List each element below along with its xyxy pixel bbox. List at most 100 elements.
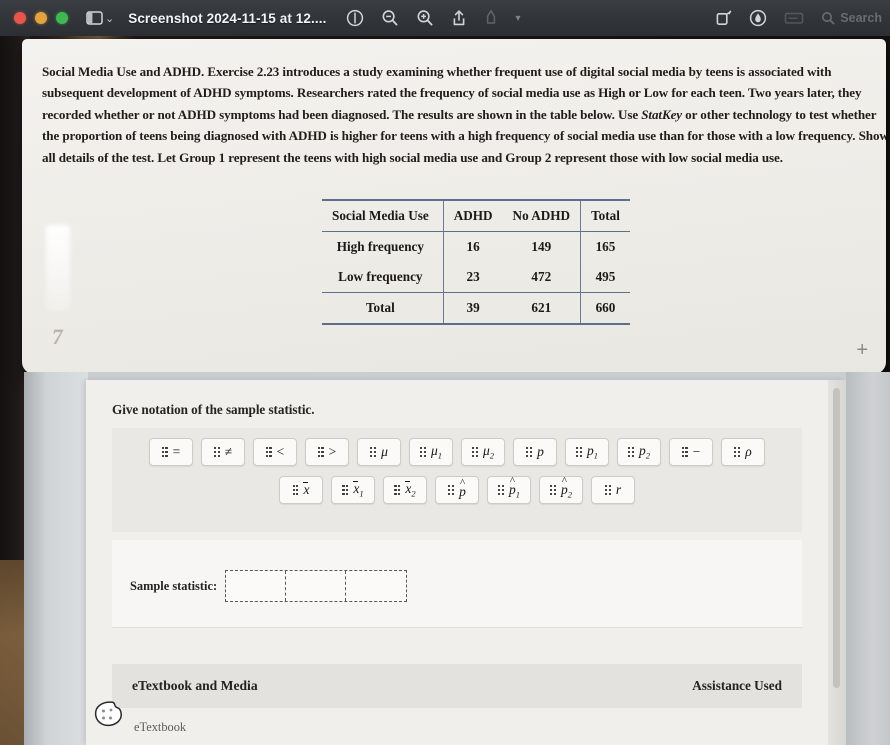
drag-handle-icon bbox=[526, 447, 533, 457]
crop-icon[interactable] bbox=[783, 10, 805, 26]
markup-toolbar: ▾ bbox=[346, 9, 520, 27]
sample-statistic-input[interactable] bbox=[225, 570, 408, 602]
problem-title: Social Media Use and ADHD. bbox=[42, 64, 205, 79]
glare-reflection bbox=[46, 225, 70, 311]
symbol-button-rho[interactable]: ρ bbox=[721, 438, 765, 466]
sample-statistic-row: Sample statistic: bbox=[130, 570, 408, 602]
symbol-glyph: ρ bbox=[745, 444, 752, 460]
symbol-glyph: x1 bbox=[353, 480, 364, 499]
pen-chevron-icon[interactable]: ▾ bbox=[515, 13, 520, 24]
drag-handle-icon bbox=[213, 447, 220, 457]
answer-area: Sample statistic: bbox=[112, 540, 802, 628]
symbol-glyph: ^ p bbox=[459, 476, 466, 499]
answer-slot-1[interactable] bbox=[226, 571, 287, 601]
window-controls[interactable] bbox=[14, 12, 68, 24]
col-header-social-media-use: Social Media Use bbox=[322, 199, 444, 232]
scrollbar-thumb[interactable] bbox=[833, 388, 840, 688]
drag-handle-icon bbox=[681, 447, 688, 457]
symbol-glyph: < bbox=[276, 444, 285, 460]
symbol-button-p[interactable]: p bbox=[513, 438, 557, 466]
symbol-glyph: = bbox=[172, 444, 181, 460]
problem-statement: Social Media Use and ADHD. Exercise 2.23… bbox=[42, 61, 886, 168]
minimize-button[interactable] bbox=[35, 12, 47, 24]
sidebar-toggle-icon[interactable] bbox=[86, 11, 103, 25]
drag-handle-icon bbox=[292, 485, 299, 495]
symbol-palette: = ≠ < > μ μ1 μ2 p p1 p2 − ρ x x1 x2 ^ p ^ p1 ^ p2 r bbox=[112, 428, 802, 532]
rotate-icon[interactable] bbox=[715, 9, 733, 27]
cell-high-no-adhd: 149 bbox=[502, 231, 581, 262]
answer-slot-3[interactable] bbox=[346, 571, 406, 601]
window-title: Screenshot 2024-11-15 at 12.... bbox=[128, 10, 327, 26]
drag-handle-icon bbox=[420, 447, 426, 457]
symbol-button-minus[interactable]: − bbox=[669, 438, 713, 466]
symbol-button-mu-1[interactable]: μ1 bbox=[409, 438, 453, 466]
row-label-high-frequency: High frequency bbox=[322, 231, 444, 262]
drag-handle-icon bbox=[498, 485, 504, 495]
symbol-button-x-bar-1[interactable]: x1 bbox=[331, 476, 375, 504]
drag-handle-icon bbox=[628, 447, 634, 457]
app-left-margin bbox=[24, 372, 88, 745]
symbol-glyph: p1 bbox=[586, 442, 598, 461]
symbol-button-p-2[interactable]: p2 bbox=[617, 438, 661, 466]
symbol-button-greater-than[interactable]: > bbox=[305, 438, 349, 466]
search-field[interactable]: Search bbox=[821, 11, 882, 25]
cell-total-total: 660 bbox=[580, 292, 630, 325]
symbol-button-less-than[interactable]: < bbox=[253, 438, 297, 466]
markup-info-icon[interactable] bbox=[346, 9, 364, 27]
drag-handle-icon bbox=[604, 485, 611, 495]
symbol-button-not-equal[interactable]: ≠ bbox=[201, 438, 245, 466]
symbol-button-mu-2[interactable]: μ2 bbox=[461, 438, 505, 466]
symbol-button-p-1[interactable]: p1 bbox=[565, 438, 609, 466]
question-prompt: Give notation of the sample statistic. bbox=[112, 402, 315, 417]
symbol-button-mu[interactable]: μ bbox=[357, 438, 401, 466]
symbol-palette-row-2: x x1 x2 ^ p ^ p1 ^ p2 r bbox=[112, 466, 802, 504]
col-header-total: Total bbox=[580, 199, 630, 232]
drag-handle-icon bbox=[394, 485, 401, 495]
drag-handle-icon bbox=[472, 447, 478, 457]
symbol-button-p-hat-1[interactable]: ^ p1 bbox=[487, 476, 531, 504]
symbol-glyph: x bbox=[303, 482, 310, 498]
page-number: 7 bbox=[50, 324, 65, 349]
cell-total-no-adhd: 621 bbox=[502, 292, 581, 325]
textbook-page-card: 7 + Social Media Use and ADHD. Exercise … bbox=[22, 39, 886, 374]
symbol-button-x-bar-2[interactable]: x2 bbox=[383, 476, 427, 504]
table-row: High frequency 16 149 165 bbox=[322, 231, 630, 262]
share-icon[interactable] bbox=[451, 9, 467, 27]
etextbook-link[interactable]: eTextbook bbox=[134, 720, 186, 735]
annotate-icon[interactable] bbox=[749, 9, 767, 27]
zoom-out-icon[interactable] bbox=[381, 9, 399, 27]
zoom-in-icon[interactable] bbox=[416, 9, 434, 27]
symbol-glyph: ^ p2 bbox=[560, 475, 572, 501]
table-row: Low frequency 23 472 495 bbox=[322, 262, 630, 293]
cell-high-adhd: 16 bbox=[442, 231, 503, 262]
symbol-glyph: ^ p1 bbox=[508, 475, 520, 501]
cookie-consent-icon[interactable] bbox=[92, 699, 130, 729]
app-right-margin bbox=[846, 372, 890, 745]
symbol-glyph: x2 bbox=[405, 480, 416, 499]
row-label-total: Total bbox=[322, 292, 444, 325]
window-titlebar: ⌄ Screenshot 2024-11-15 at 12.... ▾ Sear… bbox=[0, 0, 890, 36]
symbol-button-r[interactable]: r bbox=[591, 476, 635, 504]
drag-handle-icon bbox=[265, 447, 272, 457]
highlight-pen-icon[interactable] bbox=[484, 9, 498, 27]
col-header-adhd: ADHD bbox=[442, 199, 503, 232]
symbol-button-p-hat[interactable]: ^ p bbox=[435, 476, 479, 504]
chevron-down-icon[interactable]: ⌄ bbox=[105, 12, 114, 25]
zoom-button[interactable] bbox=[56, 12, 68, 24]
close-button[interactable] bbox=[14, 12, 26, 24]
etextbook-and-media-label: eTextbook and Media bbox=[132, 678, 258, 693]
answer-slot-2[interactable] bbox=[286, 571, 347, 601]
symbol-button-x-bar[interactable]: x bbox=[279, 476, 323, 504]
col-header-no-adhd: No ADHD bbox=[502, 199, 581, 232]
drag-handle-icon bbox=[161, 447, 168, 457]
drag-handle-icon bbox=[317, 447, 324, 457]
etextbook-media-bar[interactable]: eTextbook and Media Assistance Used bbox=[112, 664, 802, 708]
cell-low-adhd: 23 bbox=[442, 262, 503, 293]
symbol-glyph: r bbox=[615, 482, 622, 498]
symbol-glyph: μ bbox=[381, 444, 388, 460]
symbol-button-equals[interactable]: = bbox=[149, 438, 193, 466]
titlebar-right-tools: Search bbox=[715, 0, 882, 36]
drag-handle-icon bbox=[448, 485, 455, 495]
symbol-button-p-hat-2[interactable]: ^ p2 bbox=[539, 476, 583, 504]
contingency-table: Social Media Use ADHD No ADHD Total High… bbox=[322, 199, 630, 325]
